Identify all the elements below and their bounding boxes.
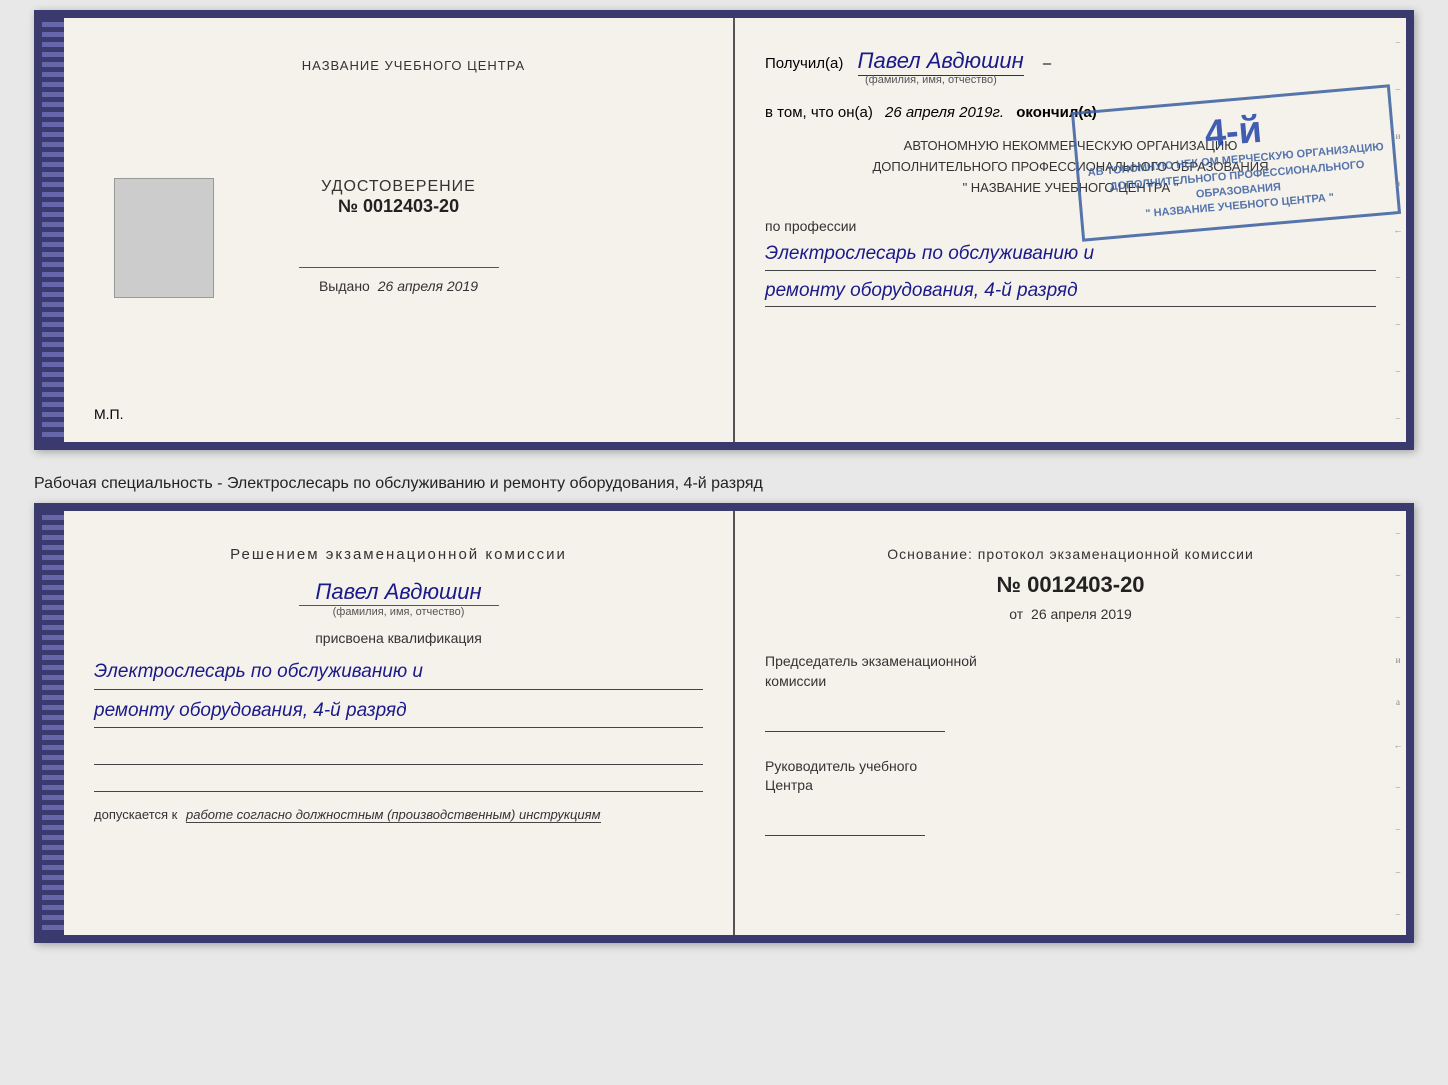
допускается-value: работе согласно должностным (производств… [186,807,601,823]
profession-line1: Электрослесарь по обслуживанию и [765,239,1376,270]
training-center-title: НАЗВАНИЕ УЧЕБНОГО ЦЕНТРА [302,58,525,73]
stamp-grade: 4-й [1203,111,1263,154]
mp-label: М.П. [94,406,124,422]
qualification-line2: ремонту оборудования, 4-й разряд [94,695,703,728]
ot-date: 26 апреля 2019 [1031,606,1132,622]
certificate-bottom: – – – и а ← – – – – Решением экзаменацио… [34,503,1414,943]
qualification-line1: Электрослесарь по обслуживанию и [94,656,703,689]
person-name-bottom: Павел Авдюшин [94,579,703,605]
fio-label-bottom: (фамилия, имя, отчество) [299,605,499,618]
sig-line-1 [94,743,703,765]
chairman-label: Председатель экзаменационной комиссии [765,652,1376,691]
director-label: Руководитель учебного Центра [765,757,1376,796]
допускается-label: допускается к [94,807,177,822]
photo-placeholder [114,178,214,298]
ot-line: от 26 апреля 2019 [765,606,1376,622]
protocol-number: № 0012403-20 [765,572,1376,598]
cert-top-left: НАЗВАНИЕ УЧЕБНОГО ЦЕНТРА УДОСТОВЕРЕНИЕ №… [64,18,735,442]
допускается-line: допускается к работе согласно должностны… [94,807,601,822]
between-text-content: Рабочая специальность - Электрослесарь п… [34,475,763,492]
vtom-label: в том, что он(а) [765,104,873,121]
issued-date-line: Выдано 26 апреля 2019 [319,278,478,294]
cert-bottom-left: Решением экзаменационной комиссии Павел … [64,511,735,935]
qualification-label: присвоена квалификация [94,630,703,646]
issued-date: 26 апреля 2019 [378,278,478,294]
stamp: 4-й АВ ТОНОМНУЮ НЕК ОМ МЕРЧЕСКУЮ ОРГАНИЗ… [1071,84,1401,241]
chairman-signature [765,707,945,732]
director-signature [765,811,925,836]
between-text: Рабочая специальность - Электрослесарь п… [34,468,1414,503]
cert-top-right: Получил(а) Павел Авдюшин – (фамилия, имя… [735,18,1406,442]
person-name-top: Павел Авдюшин [858,48,1024,76]
stamp-text: АВ ТОНОМНУЮ НЕК ОМ МЕРЧЕСКУЮ ОРГАНИЗАЦИЮ… [1087,140,1389,227]
director-label1: Руководитель учебного [765,758,917,774]
sig-line-2 [94,770,703,792]
decision-title: Решением экзаменационной комиссии [94,546,703,563]
osnov-title: Основание: протокол экзаменационной коми… [765,546,1376,562]
fio-label-top: (фамилия, имя, отчество) [865,74,1376,86]
cert-bottom-right: Основание: протокол экзаменационной коми… [735,511,1406,935]
director-label2: Центра [765,777,813,793]
ot-label: от [1009,606,1023,622]
cert-number: № 0012403-20 [321,196,476,217]
chairman-label2: комиссии [765,673,826,689]
cert-label: УДОСТОВЕРЕНИЕ [321,178,476,196]
chairman-label1: Председатель экзаменационной [765,653,977,669]
cert-date: 26 апреля 2019г. [885,104,1004,121]
profession-line2: ремонту оборудования, 4-й разряд [765,276,1376,307]
issued-label: Выдано [319,278,370,294]
certificate-top: – – и а ← – – – – НАЗВАНИЕ УЧЕБНОГО ЦЕНТ… [34,10,1414,450]
received-label: Получил(а) [765,55,843,72]
